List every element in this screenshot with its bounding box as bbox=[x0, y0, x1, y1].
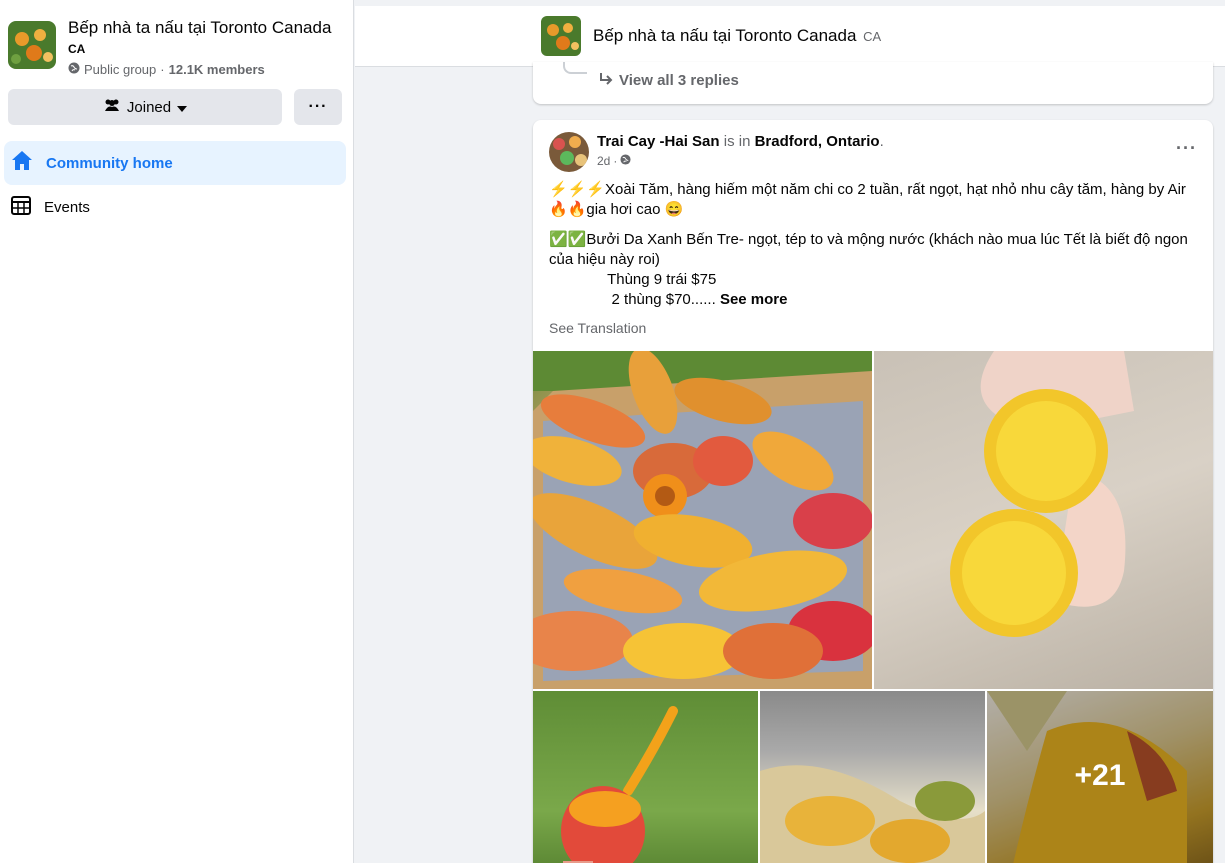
header-group-title[interactable]: Bếp nhà ta nấu tại Toronto Canada CA bbox=[593, 26, 881, 46]
more-photos-count: +21 bbox=[1074, 759, 1126, 792]
joined-label: Joined bbox=[126, 98, 172, 116]
group-sidebar: Bếp nhà ta nấu tại Toronto Canada CA Pub… bbox=[0, 0, 354, 863]
post-text-1b: gia hơi cao 😄 bbox=[586, 201, 684, 218]
post-photo-durian-2[interactable]: +21 bbox=[987, 691, 1213, 863]
sidebar-item-label: Events bbox=[44, 198, 90, 216]
post-text-3: Thùng 9 trái $75 bbox=[549, 271, 717, 288]
check-emoji: ✅✅ bbox=[549, 231, 587, 248]
sidebar-item-community-home[interactable]: Community home bbox=[4, 141, 346, 185]
globe-icon bbox=[68, 62, 80, 77]
group-name[interactable]: Bếp nhà ta nấu tại Toronto Canada bbox=[68, 18, 331, 38]
fire-emoji: 🔥🔥 bbox=[549, 201, 587, 218]
post-text-4: 2 thùng $70...... bbox=[549, 291, 716, 308]
people-icon bbox=[103, 98, 121, 116]
post-paragraph-2: ✅✅Bưởi Da Xanh Bến Tre- ngọt, tép to và … bbox=[549, 230, 1189, 270]
post-author-name[interactable]: Trai Cay -Hai San bbox=[597, 133, 720, 150]
feed-post: Trai Cay -Hai San is in Bradford, Ontari… bbox=[533, 120, 1213, 863]
post-photo-pomelo-halves[interactable] bbox=[874, 351, 1213, 689]
post-photo-mangoes-box[interactable] bbox=[533, 351, 872, 689]
post-photo-durian-1[interactable] bbox=[760, 691, 985, 863]
reply-thread-line bbox=[563, 62, 587, 74]
joined-button[interactable]: Joined bbox=[8, 89, 282, 125]
group-meta: Public group · 12.1K members bbox=[68, 62, 265, 77]
group-country-tag: CA bbox=[68, 42, 86, 56]
post-time-separator: · bbox=[613, 154, 618, 168]
post-body: ⚡⚡⚡Xoài Tăm, hàng hiếm một năm chi co 2 … bbox=[549, 180, 1189, 310]
more-photos-overlay[interactable]: +21 bbox=[987, 691, 1213, 863]
post-options-button[interactable]: ··· bbox=[1176, 138, 1197, 159]
view-replies-link[interactable]: View all 3 replies bbox=[599, 72, 739, 89]
sidebar-item-label: Community home bbox=[46, 154, 173, 172]
post-period: . bbox=[879, 133, 884, 150]
previous-post-card: View all 3 replies bbox=[533, 62, 1213, 104]
author-avatar[interactable] bbox=[549, 132, 589, 172]
group-header-bar: Bếp nhà ta nấu tại Toronto Canada CA bbox=[355, 6, 1225, 67]
group-more-button[interactable]: ··· bbox=[294, 89, 342, 125]
see-translation-link[interactable]: See Translation bbox=[549, 320, 646, 336]
post-photo-mango-in-hand[interactable] bbox=[533, 691, 758, 863]
see-more-link[interactable]: See more bbox=[720, 291, 788, 308]
reply-arrow-icon bbox=[599, 72, 613, 89]
header-country-tag: CA bbox=[863, 29, 882, 44]
post-author-line: Trai Cay -Hai San is in Bradford, Ontari… bbox=[597, 133, 884, 150]
lightning-emoji: ⚡⚡⚡ bbox=[549, 181, 606, 198]
meta-separator: · bbox=[160, 62, 165, 77]
post-paragraph-1: ⚡⚡⚡Xoài Tăm, hàng hiếm một năm chi co 2 … bbox=[549, 180, 1189, 220]
post-text-2: Bưởi Da Xanh Bến Tre- ngọt, tép to và mộ… bbox=[549, 231, 1188, 268]
group-member-count[interactable]: 12.1K members bbox=[169, 62, 265, 77]
header-group-name[interactable]: Bếp nhà ta nấu tại Toronto Canada bbox=[593, 26, 856, 45]
sidebar-item-events[interactable]: Events bbox=[4, 185, 346, 229]
group-cover-thumbnail[interactable] bbox=[8, 21, 56, 69]
globe-icon bbox=[620, 154, 631, 168]
calendar-icon bbox=[10, 194, 32, 220]
post-is-in: is in bbox=[723, 133, 751, 150]
group-header-thumbnail[interactable] bbox=[541, 16, 581, 56]
post-time-text[interactable]: 2d bbox=[597, 154, 610, 168]
home-icon bbox=[10, 149, 34, 177]
caret-down-icon bbox=[177, 99, 188, 116]
group-privacy: Public group bbox=[84, 62, 157, 77]
post-timestamp: 2d · bbox=[597, 154, 631, 168]
post-text-4-wrap: 2 thùng $70...... See more bbox=[549, 290, 1189, 310]
post-text-1: Xoài Tăm, hàng hiếm một năm chi co 2 tuầ… bbox=[605, 181, 1186, 198]
post-location[interactable]: Bradford, Ontario bbox=[755, 133, 880, 150]
view-replies-label: View all 3 replies bbox=[619, 72, 739, 89]
